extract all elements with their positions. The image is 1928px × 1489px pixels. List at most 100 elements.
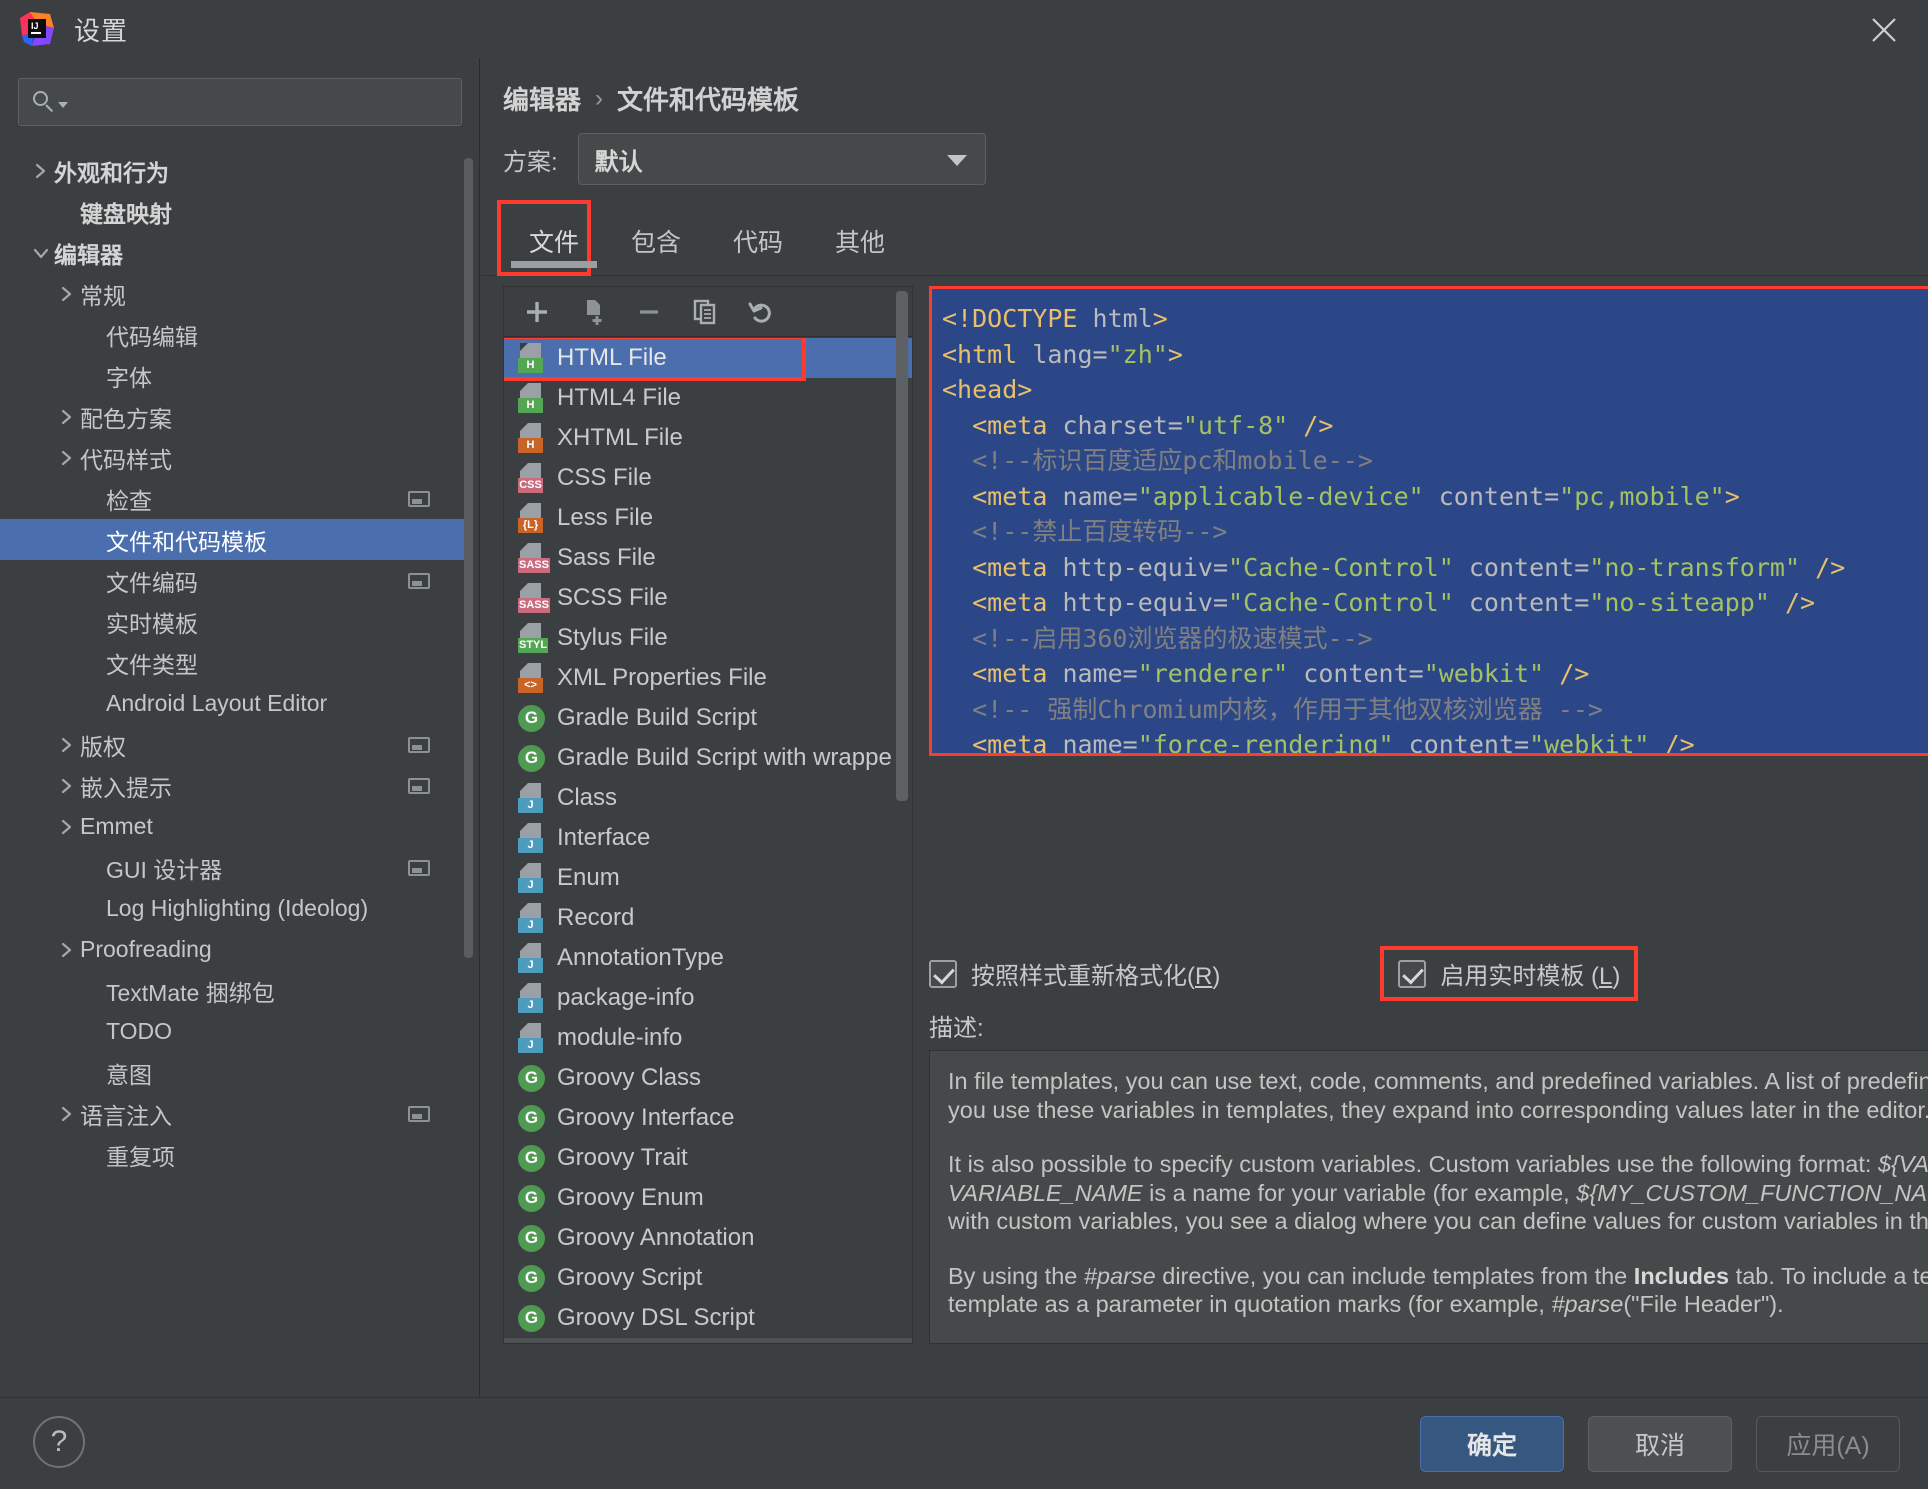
template-list-item-label: Groovy DSL Script	[557, 1304, 755, 1331]
code-line: <!--标识百度适应pc和mobile-->	[972, 446, 1373, 475]
chevron-right-icon[interactable]	[54, 408, 80, 426]
template-list-item[interactable]: G Groovy Class	[504, 1058, 912, 1098]
cancel-button[interactable]: 取消	[1588, 1416, 1732, 1472]
sidebar-item-16[interactable]: Emmet	[0, 806, 466, 847]
template-list-item[interactable]: J Enum	[504, 858, 912, 898]
live-templates-checkbox[interactable]	[1398, 959, 1427, 988]
remove-icon[interactable]	[634, 297, 664, 327]
groovy-icon: G	[518, 1224, 545, 1252]
duplicate-icon[interactable]	[690, 297, 720, 327]
tab-3[interactable]: 其他	[809, 208, 911, 274]
intellij-idea-logo-icon: IJ	[20, 12, 54, 46]
sidebar-item-label: TODO	[106, 1018, 173, 1044]
sidebar-item-6[interactable]: 配色方案	[0, 396, 466, 437]
breadcrumb-parent[interactable]: 编辑器	[503, 80, 581, 117]
help-icon[interactable]: ?	[33, 1416, 85, 1468]
sidebar-item-24[interactable]: 重复项	[0, 1134, 466, 1175]
template-list-item[interactable]: G Groovy Script	[504, 1258, 912, 1298]
sidebar-item-15[interactable]: 嵌入提示	[0, 765, 466, 806]
sidebar-item-14[interactable]: 版权	[0, 724, 466, 765]
template-list-item[interactable]: H HTML File	[504, 338, 912, 381]
sidebar-item-3[interactable]: 常规	[0, 273, 466, 314]
chevron-right-icon[interactable]	[28, 162, 54, 180]
close-icon[interactable]	[1862, 8, 1906, 52]
sidebar-item-5[interactable]: 字体	[0, 355, 466, 396]
sidebar-item-21[interactable]: TODO	[0, 1011, 466, 1052]
template-list[interactable]: H HTML File H HTML4 File H XHTML File CSS CSS F…	[504, 338, 912, 1343]
scheme-dropdown[interactable]: 默认	[577, 133, 986, 185]
chevron-down-icon[interactable]	[28, 246, 54, 260]
reformat-checkbox[interactable]	[929, 959, 957, 988]
sidebar-item-23[interactable]: 语言注入	[0, 1093, 466, 1134]
template-list-item[interactable]: G Groovy Trait	[504, 1138, 912, 1178]
template-list-item[interactable]: J AnnotationType	[504, 938, 912, 978]
template-code-editor[interactable]: <!DOCTYPE html> <html lang="zh"> <head> <m…	[929, 286, 1928, 756]
live-templates-checkbox-group[interactable]: 启用实时模板 (L)	[1380, 946, 1639, 1001]
template-list-item-label: Groovy Class	[557, 1064, 702, 1091]
sidebar-item-22[interactable]: 意图	[0, 1052, 466, 1093]
sidebar-item-20[interactable]: TextMate 捆绑包	[0, 970, 466, 1011]
template-list-item[interactable]: SASS Sass File	[504, 538, 912, 578]
reset-icon[interactable]	[746, 297, 776, 327]
sidebar-item-label: 文件和代码模板	[106, 528, 267, 555]
template-list-item[interactable]: STYL Stylus File	[504, 618, 912, 658]
sidebar-item-2[interactable]: 编辑器	[0, 232, 466, 273]
template-list-item[interactable]: G Groovy Interface	[504, 1098, 912, 1138]
template-list-item[interactable]: SASS SCSS File	[504, 578, 912, 618]
project-scope-icon	[408, 1106, 430, 1122]
sidebar-item-4[interactable]: 代码编辑	[0, 314, 466, 355]
template-list-item[interactable]: J Record	[504, 898, 912, 938]
template-list-item[interactable]: Jpackage-info	[504, 978, 912, 1018]
chevron-right-icon[interactable]	[54, 1105, 80, 1123]
sidebar-item-9[interactable]: 文件和代码模板	[0, 519, 466, 560]
ok-button[interactable]: 确定	[1420, 1416, 1564, 1472]
sidebar-item-19[interactable]: Proofreading	[0, 929, 466, 970]
template-list-item[interactable]: Jmodule-info	[504, 1018, 912, 1058]
template-list-item[interactable]: G Gradle Build Script with wrappe	[504, 738, 912, 778]
template-list-item[interactable]: H XHTML File	[504, 418, 912, 458]
sidebar-item-0[interactable]: 外观和行为	[0, 150, 466, 191]
template-list-item[interactable]: J Class	[504, 778, 912, 818]
chevron-right-icon[interactable]	[54, 285, 80, 303]
template-list-item[interactable]: {L} Less File	[504, 498, 912, 538]
sidebar-item-8[interactable]: 检查	[0, 478, 466, 519]
template-list-item[interactable]: GGant Script	[504, 1338, 912, 1343]
apply-button[interactable]: 应用(A)	[1756, 1416, 1900, 1472]
template-list-item[interactable]: H HTML4 File	[504, 378, 912, 418]
sidebar-item-1[interactable]: 键盘映射	[0, 191, 466, 232]
chevron-right-icon[interactable]	[54, 941, 80, 959]
template-list-item[interactable]: G Groovy Annotation	[504, 1218, 912, 1258]
chevron-right-icon[interactable]	[54, 736, 80, 754]
settings-tree[interactable]: 外观和行为 键盘映射 编辑器 常规 代码编辑 字体 配色方案 代码样式 检查文件和代码模板文件编…	[0, 150, 466, 1395]
sidebar-item-13[interactable]: Android Layout Editor	[0, 683, 466, 724]
tab-1[interactable]: 包含	[605, 208, 707, 274]
tab-0[interactable]: 文件	[503, 208, 605, 274]
template-list-item[interactable]: CSS CSS File	[504, 458, 912, 498]
tab-2[interactable]: 代码	[707, 208, 809, 274]
template-list-item[interactable]: G Gradle Build Script	[504, 698, 912, 738]
chevron-right-icon[interactable]	[54, 818, 80, 836]
sidebar-item-18[interactable]: Log Highlighting (Ideolog)	[0, 888, 466, 929]
sidebar-item-12[interactable]: 文件类型	[0, 642, 466, 683]
code-line: <!-- 强制Chromium内核，作用于其他双核浏览器 -->	[972, 694, 1603, 724]
search-box[interactable]	[18, 78, 462, 126]
search-chevron-down-icon[interactable]	[58, 102, 68, 108]
template-list-item[interactable]: <> XML Properties File	[504, 658, 912, 698]
chevron-right-icon[interactable]	[54, 449, 80, 467]
template-list-item[interactable]: G Groovy Enum	[504, 1178, 912, 1218]
template-list-scrollbar[interactable]	[896, 291, 908, 801]
sidebar-item-17[interactable]: GUI 设计器	[0, 847, 466, 888]
chevron-right-icon[interactable]	[54, 777, 80, 795]
template-list-toolbar[interactable]	[504, 287, 912, 337]
copy-template-icon[interactable]	[578, 297, 608, 327]
template-code-text[interactable]: <!DOCTYPE html> <html lang="zh"> <head> <m…	[932, 289, 1928, 753]
sidebar-item-7[interactable]: 代码样式	[0, 437, 466, 478]
add-icon[interactable]	[522, 297, 552, 327]
sidebar-item-10[interactable]: 文件编码	[0, 560, 466, 601]
sidebar-item-11[interactable]: 实时模板	[0, 601, 466, 642]
sidebar-scrollbar[interactable]	[464, 158, 473, 958]
template-tabs[interactable]: 文件 包含 代码 其他	[481, 200, 1928, 276]
search-input[interactable]	[74, 89, 414, 115]
template-list-item[interactable]: J Interface	[504, 818, 912, 858]
template-list-item[interactable]: G Groovy DSL Script	[504, 1298, 912, 1338]
